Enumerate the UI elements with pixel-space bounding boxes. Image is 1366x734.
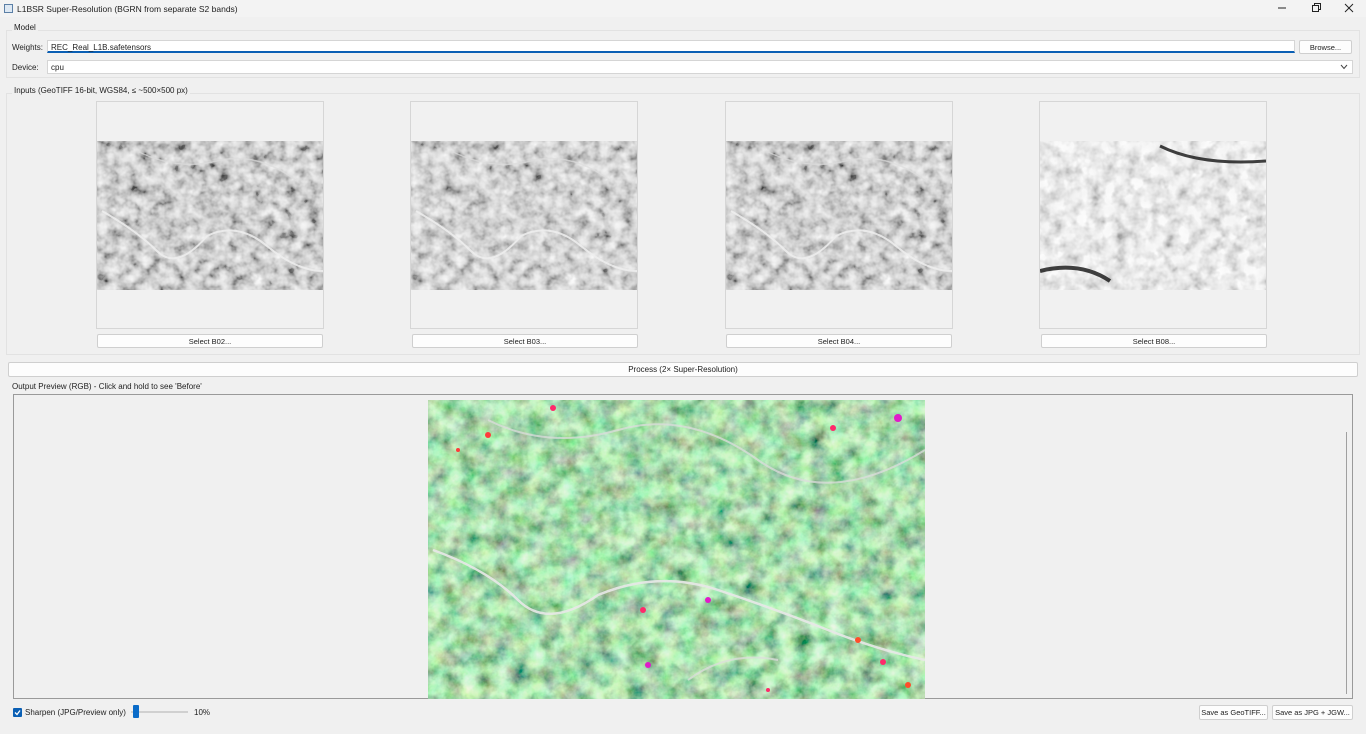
select-b08-button[interactable]: Select B08...: [1041, 334, 1267, 348]
inputs-group-label: Inputs (GeoTIFF 16-bit, WGS84, ≤ ~500×50…: [12, 86, 190, 95]
output-image[interactable]: [428, 400, 925, 699]
device-label: Device:: [12, 63, 39, 72]
band-preview-b03: [410, 101, 638, 329]
band-preview-b02: [96, 101, 324, 329]
weights-field[interactable]: REC_Real_L1B.safetensors: [47, 40, 1295, 53]
band-preview-b08: [1039, 101, 1267, 329]
device-select[interactable]: cpu: [47, 60, 1353, 74]
close-icon[interactable]: [1332, 0, 1366, 15]
sharpen-value: 10%: [194, 708, 211, 717]
save-jpg-button[interactable]: Save as JPG + JGW...: [1272, 705, 1353, 720]
band-image-b04: [726, 141, 952, 290]
chevron-down-icon: [1340, 64, 1348, 70]
model-group-label: Model: [12, 23, 38, 32]
select-b02-button[interactable]: Select B02...: [97, 334, 323, 348]
weights-value: REC_Real_L1B.safetensors: [51, 43, 152, 52]
browse-button[interactable]: Browse...: [1299, 40, 1352, 54]
weights-label: Weights:: [12, 43, 43, 52]
output-group-label: Output Preview (RGB) - Click and hold to…: [12, 382, 202, 391]
preview-scrollbar[interactable]: [1346, 432, 1347, 694]
sharpen-slider-handle[interactable]: [133, 705, 140, 718]
save-geotiff-button[interactable]: Save as GeoTIFF...: [1199, 705, 1268, 720]
check-icon: [14, 710, 21, 716]
sharpen-slider[interactable]: [131, 711, 188, 713]
band-image-b03: [411, 141, 637, 290]
minimize-icon[interactable]: [1265, 0, 1299, 15]
app-icon: [4, 4, 13, 13]
band-image-b08: [1040, 141, 1266, 290]
select-b03-button[interactable]: Select B03...: [412, 334, 638, 348]
select-b04-button[interactable]: Select B04...: [726, 334, 952, 348]
window-title: L1BSR Super-Resolution (BGRN from separa…: [17, 4, 238, 14]
band-image-b02: [97, 141, 323, 290]
band-preview-b04: [725, 101, 953, 329]
sharpen-checkbox[interactable]: [13, 708, 22, 717]
process-button[interactable]: Process (2× Super-Resolution): [8, 362, 1358, 377]
sharpen-label: Sharpen (JPG/Preview only): [25, 708, 126, 717]
device-value: cpu: [51, 63, 64, 72]
output-preview[interactable]: [13, 394, 1353, 699]
restore-icon[interactable]: [1299, 0, 1333, 15]
